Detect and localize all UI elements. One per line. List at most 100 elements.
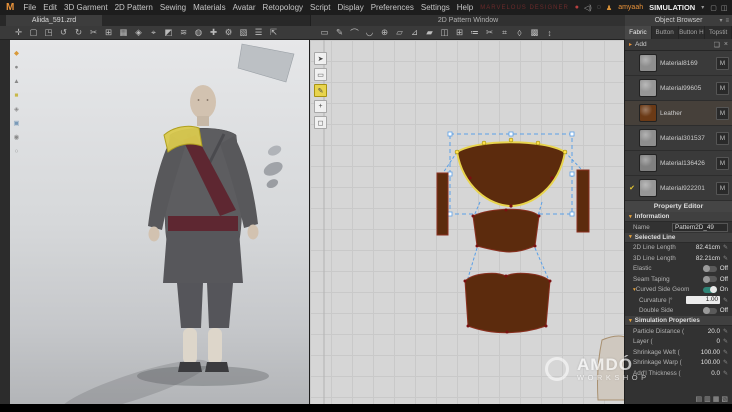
menu-sewing[interactable]: Sewing xyxy=(160,3,186,12)
view-toggle-2-icon[interactable]: ▥ xyxy=(704,395,711,403)
grid-icon[interactable]: ▦ xyxy=(117,27,130,39)
grade-icon[interactable]: ⊞ xyxy=(453,27,466,39)
menu-avatar[interactable]: Avatar xyxy=(233,3,256,12)
add-point-icon[interactable]: ⊕ xyxy=(378,27,391,39)
menu-script[interactable]: Script xyxy=(310,3,330,12)
material-badge[interactable]: M xyxy=(716,81,729,95)
viewport-3d[interactable]: ◆ ● ▲ ■ ◈ ▣ ◉ ○ xyxy=(10,40,310,404)
material-badge[interactable]: M xyxy=(716,106,729,120)
pattern-bottom-piece[interactable] xyxy=(463,272,552,334)
edit-pattern-icon[interactable]: ✎ xyxy=(333,27,346,39)
material-row[interactable]: Material8169 M xyxy=(625,51,732,76)
user-name[interactable]: amyaah xyxy=(618,4,643,11)
view-toggle-1-icon[interactable]: ▤ xyxy=(696,395,703,403)
document-tab[interactable]: Aliida_591.zrd xyxy=(6,15,102,26)
value-input[interactable]: 1.00 xyxy=(685,296,720,305)
undo-icon[interactable]: ↺ xyxy=(57,27,70,39)
menu-materials[interactable]: Materials xyxy=(193,3,225,12)
curve-icon[interactable]: ⌒ xyxy=(348,27,361,39)
menu-retopology[interactable]: Retopology xyxy=(263,3,303,12)
show-avatar-icon[interactable]: ● xyxy=(11,62,22,72)
chevron-down-icon[interactable]: ▾ xyxy=(719,17,722,24)
view-toggle-3-icon[interactable]: ▦ xyxy=(713,395,720,403)
rectangle-icon[interactable]: ▰ xyxy=(423,27,436,39)
tab-button[interactable]: Button xyxy=(652,26,679,39)
chevron-down-icon[interactable]: ▾ xyxy=(701,4,704,11)
edit-icon[interactable]: ✎ xyxy=(723,338,728,345)
texture-icon[interactable]: ▧ xyxy=(237,27,250,39)
toggle-switch[interactable] xyxy=(702,265,717,273)
floating-pattern-plane[interactable] xyxy=(237,43,295,83)
show-seams-icon[interactable]: ◈ xyxy=(11,104,22,114)
edit-icon[interactable]: ✎ xyxy=(723,370,728,377)
material-row[interactable]: Leather M xyxy=(625,101,732,126)
garment-left-leg[interactable] xyxy=(177,283,203,328)
polygon-icon[interactable]: ▱ xyxy=(393,27,406,39)
material-badge[interactable]: M xyxy=(716,131,729,145)
menu-settings[interactable]: Settings xyxy=(421,3,450,12)
layout-split-icon[interactable]: ◫ xyxy=(721,4,728,12)
toggle-switch[interactable] xyxy=(702,286,717,294)
menu-preferences[interactable]: Preferences xyxy=(371,3,414,12)
show-pressure-icon[interactable]: ▣ xyxy=(11,118,22,128)
garment-right-leg[interactable] xyxy=(207,283,233,328)
sphere-icon[interactable]: ◍ xyxy=(192,27,205,39)
gizmo-icon[interactable]: ◳ xyxy=(42,27,55,39)
section-header[interactable]: ▾ Simulation Properties xyxy=(625,316,732,326)
edit-icon[interactable]: ✎ xyxy=(723,359,728,366)
cut-icon[interactable]: ✂ xyxy=(483,27,496,39)
tab-topstit[interactable]: Topstit xyxy=(705,26,732,39)
edit-icon[interactable]: ✎ xyxy=(723,328,728,335)
material-badge[interactable]: M xyxy=(716,156,729,170)
pattern-strip-left[interactable] xyxy=(436,172,449,236)
notification-icon[interactable]: ◌ xyxy=(597,4,601,11)
material-row[interactable]: ✔ Material922201 M xyxy=(625,176,732,201)
pattern-outline-icon[interactable]: ◻ xyxy=(314,116,327,129)
copy-material-icon[interactable]: ❏ xyxy=(714,41,720,49)
menu-help[interactable]: Help xyxy=(457,3,473,12)
pattern-gray-piece[interactable] xyxy=(597,335,626,401)
material-row[interactable]: Material136426 M xyxy=(625,151,732,176)
toggle-switch[interactable] xyxy=(702,275,717,283)
menu-icon[interactable]: ≡ xyxy=(725,18,729,24)
edit-icon[interactable]: ✎ xyxy=(723,244,728,251)
redo-icon[interactable]: ↻ xyxy=(72,27,85,39)
view-toggle-4-icon[interactable]: ▧ xyxy=(721,395,728,403)
list-icon[interactable]: ☰ xyxy=(252,27,265,39)
speaker-icon[interactable]: ◁) xyxy=(584,4,592,12)
menu-display[interactable]: Display xyxy=(337,3,363,12)
pattern-yoke-selected[interactable] xyxy=(454,137,568,208)
show-garment-icon[interactable]: ◆ xyxy=(11,48,22,58)
menu-3d-garment[interactable]: 3D Garment xyxy=(64,3,108,12)
pattern-grid-icon[interactable]: ▩ xyxy=(528,27,541,39)
select-move-icon[interactable]: ✛ xyxy=(12,27,25,39)
garment-3d[interactable] xyxy=(148,125,259,328)
edit-icon[interactable]: ✎ xyxy=(723,349,728,356)
material-row[interactable]: Material301537 M xyxy=(625,126,732,151)
target-icon[interactable]: ⌖ xyxy=(147,27,160,39)
show-strain-icon[interactable]: ◉ xyxy=(11,132,22,142)
seam-icon[interactable]: ↕ xyxy=(543,27,556,39)
edit-curve-icon[interactable]: ✎ xyxy=(314,84,327,97)
user-icon[interactable]: ♟ xyxy=(606,4,612,12)
menu-edit[interactable]: Edit xyxy=(43,3,57,12)
fit-icon[interactable]: ⇱ xyxy=(267,27,280,39)
settings-icon[interactable]: ⚙ xyxy=(222,27,235,39)
material-row[interactable]: Material99605 M xyxy=(625,76,732,101)
sewing-icon[interactable]: ≋ xyxy=(177,27,190,39)
tab-fabric[interactable]: Fabric xyxy=(625,26,652,39)
cursor-icon[interactable]: ➤ xyxy=(314,52,327,65)
notch-icon[interactable]: ⌗ xyxy=(498,27,511,39)
add-point-side-icon[interactable]: + xyxy=(314,100,327,113)
measure-icon[interactable]: ≔ xyxy=(468,27,481,39)
pin-icon[interactable]: ◈ xyxy=(132,27,145,39)
box-select-icon[interactable]: ▢ xyxy=(27,27,40,39)
delete-material-icon[interactable]: × xyxy=(724,41,728,49)
toggle-switch[interactable] xyxy=(702,307,717,315)
scissors-icon[interactable]: ✂ xyxy=(87,27,100,39)
name-field[interactable]: Pattern2D_49 xyxy=(672,222,728,232)
garment-skirt[interactable] xyxy=(163,231,243,283)
layout-3d-icon[interactable]: ▢ xyxy=(710,4,717,12)
show-pins-icon[interactable]: ■ xyxy=(11,90,22,100)
floating-glove-pieces[interactable] xyxy=(253,144,295,190)
